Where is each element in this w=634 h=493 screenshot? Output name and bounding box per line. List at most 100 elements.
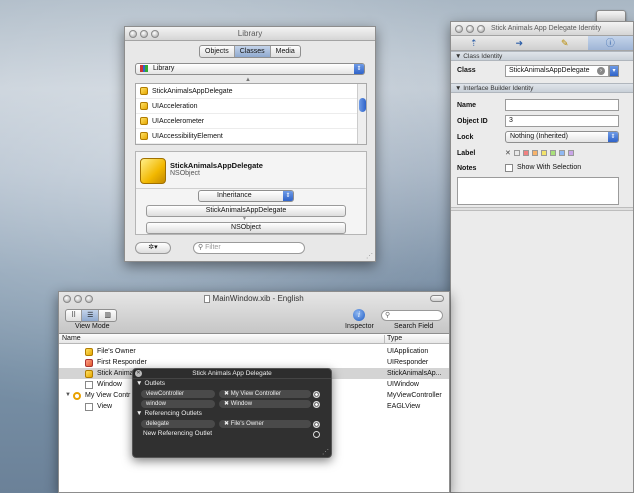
zoom-button[interactable] (477, 25, 485, 33)
outlets-header-label: Outlets (144, 380, 166, 387)
notes-checkbox[interactable] (505, 164, 513, 172)
disclosure-triangle-icon[interactable]: ▼ (65, 390, 71, 401)
cube-icon (85, 347, 93, 356)
inspector-window: Stick Animals App Delegate Identity ⇡ ➜ … (450, 21, 634, 493)
resize-grip-icon[interactable]: ⋰ (366, 252, 373, 260)
list-item[interactable]: UIAccelerometer (136, 114, 366, 129)
notes-checkbox-label: Show With Selection (517, 164, 582, 171)
gear-icon: ✲▾ (148, 244, 158, 251)
responder-icon (85, 358, 93, 367)
row-name: File's Owner (85, 346, 136, 357)
document-icon (204, 294, 211, 303)
notes-textarea[interactable] (457, 177, 619, 205)
column-header-name[interactable]: Name (62, 334, 81, 344)
new-referencing-outlet-connector[interactable] (313, 430, 320, 438)
outlet-target[interactable]: ✖ Window (219, 400, 311, 408)
tab-classes[interactable]: Classes (234, 46, 271, 57)
class-dropdown-button[interactable]: ▾ (609, 65, 619, 77)
library-group-popup[interactable]: Library ⇕ (135, 63, 365, 75)
referencing-outlet-connector[interactable] (313, 420, 320, 428)
inspector-splitter[interactable] (451, 207, 633, 211)
label-color-swatch[interactable] (513, 150, 520, 156)
filter-placeholder: Filter (205, 244, 221, 251)
scrollbar-thumb[interactable] (359, 98, 366, 112)
label-color-swatch[interactable] (531, 150, 538, 156)
outlet-target[interactable]: ✖ My View Controller (219, 390, 311, 398)
library-filter-field[interactable]: ⚲ Filter (193, 242, 305, 254)
outlet-connector[interactable] (313, 390, 320, 398)
list-item[interactable]: UIAccessibilityElement (136, 129, 366, 144)
class-icon (140, 87, 148, 95)
resize-grip-icon[interactable]: ⋰ (322, 448, 329, 456)
label-color-picker: ✕ (505, 149, 574, 157)
minimize-button[interactable] (466, 25, 474, 33)
hierarchy-mode-value: Inheritance (217, 192, 252, 199)
search-field-label: Search Field (394, 323, 434, 330)
row-type: UIWindow (387, 381, 419, 388)
close-icon[interactable]: ✕ (135, 370, 142, 377)
cube-icon (85, 369, 93, 378)
label-color-swatch[interactable] (540, 150, 547, 156)
row-label: My View Contr (85, 392, 131, 399)
hierarchy-item[interactable]: NSObject (146, 222, 346, 234)
label-color-swatch[interactable] (522, 150, 529, 156)
disconnect-icon[interactable]: ✖ (224, 421, 229, 427)
class-field[interactable]: StickAnimalsAppDelegate (505, 65, 609, 77)
label-label: Label (457, 150, 476, 157)
library-group-value: Library (152, 65, 175, 72)
referencing-outlet-source[interactable]: ✖ File's Owner (219, 420, 311, 428)
outlets-header[interactable]: ▼ Outlets (133, 379, 331, 389)
list-item[interactable]: StickAnimalsAppDelegate (136, 84, 366, 99)
view-mode-icons[interactable]: ⠿ (66, 310, 83, 321)
class-row: Class StickAnimalsAppDelegate › ▾ (451, 61, 633, 81)
close-button[interactable] (455, 25, 463, 33)
name-field[interactable] (505, 99, 619, 111)
label-color-swatch[interactable] (549, 150, 556, 156)
minimize-button[interactable] (140, 30, 148, 38)
hierarchy-mode-popup[interactable]: Inheritance ⇕ (198, 190, 294, 202)
class-info-icon[interactable]: › (597, 67, 605, 75)
ib-identity-header[interactable]: ▼ Interface Builder Identity (451, 83, 633, 93)
tab-objects[interactable]: Objects (200, 46, 235, 57)
window-controls (129, 30, 159, 38)
class-icon (140, 117, 148, 125)
outlet-connector[interactable] (313, 400, 320, 408)
lock-popup[interactable]: Nothing (Inherited) ⇕ (505, 131, 619, 143)
tab-size[interactable]: ✎ (542, 36, 588, 50)
list-scrollbar[interactable] (357, 84, 366, 144)
toolbar-toggle-button[interactable] (430, 295, 444, 302)
objectid-field[interactable]: 3 (505, 115, 619, 127)
class-identity-header[interactable]: ▼ Class Identity (451, 51, 633, 61)
tab-media[interactable]: Media (271, 46, 300, 57)
row-name: My View Contr (73, 390, 130, 401)
class-identity-title: Class Identity (463, 53, 503, 60)
inspector-title: Stick Animals App Delegate Identity (491, 25, 602, 32)
zoom-button[interactable] (151, 30, 159, 38)
books-icon (140, 64, 148, 72)
tab-attributes[interactable]: ⇡ (451, 36, 497, 50)
lock-label: Lock (457, 134, 474, 141)
referencing-outlets-header[interactable]: ▼ Referencing Outlets (133, 409, 331, 419)
library-titlebar: Library (125, 27, 375, 41)
outlet-name: viewController (141, 390, 215, 398)
view-mode-list[interactable]: ☰ (82, 310, 100, 321)
xib-search-field[interactable]: ⚲ (381, 310, 443, 321)
list-item[interactable]: UIAcceleration (136, 99, 366, 114)
disconnect-icon[interactable]: ✖ (224, 401, 229, 407)
close-button[interactable] (129, 30, 137, 38)
column-header-type[interactable]: Type (387, 334, 402, 344)
label-color-swatch[interactable] (558, 150, 565, 156)
label-color-swatch[interactable] (567, 150, 574, 156)
table-row[interactable]: First Responder UIResponder (59, 357, 449, 368)
table-row[interactable]: File's Owner UIApplication (59, 346, 449, 357)
tab-connections[interactable]: ➜ (497, 36, 543, 50)
view-mode-columns[interactable]: ▥ (99, 310, 116, 321)
disconnect-icon[interactable]: ✖ (224, 391, 229, 397)
column-divider (384, 335, 385, 343)
row-name: Stick Animals (85, 368, 139, 379)
referencing-outlet-source-label: File's Owner (230, 421, 264, 427)
tab-identity[interactable]: ⓘ (587, 36, 633, 50)
library-action-button[interactable]: ✲▾ (135, 242, 171, 254)
label-none-icon[interactable]: ✕ (505, 149, 511, 157)
info-icon[interactable]: i (353, 309, 365, 321)
